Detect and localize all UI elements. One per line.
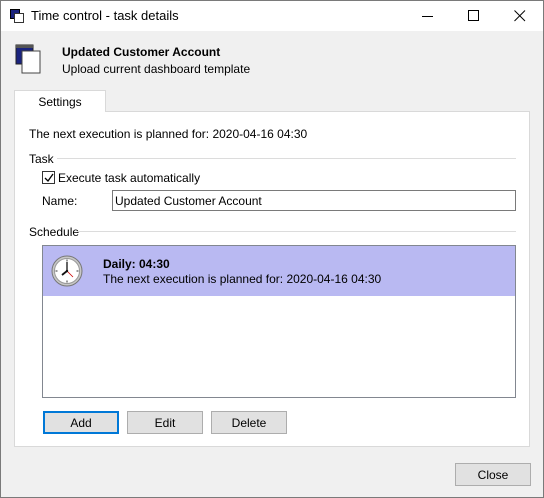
schedule-item-next: The next execution is planned for: 2020-… bbox=[103, 272, 382, 286]
task-icon bbox=[15, 43, 43, 75]
task-subtitle: Upload current dashboard template bbox=[62, 62, 251, 76]
tab-settings-label: Settings bbox=[38, 95, 82, 109]
close-icon bbox=[514, 10, 526, 22]
tab-settings[interactable]: Settings bbox=[14, 90, 106, 112]
title-bar[interactable]: Time control - task details bbox=[1, 1, 543, 31]
schedule-group-divider bbox=[77, 231, 516, 232]
maximize-button[interactable] bbox=[451, 1, 497, 31]
schedule-group-label: Schedule bbox=[29, 225, 80, 239]
delete-button[interactable]: Delete bbox=[211, 411, 287, 434]
schedule-list[interactable]: Daily: 04:30 The next execution is plann… bbox=[42, 245, 516, 398]
app-window-icon bbox=[10, 9, 24, 23]
next-execution-text: The next execution is planned for: 2020-… bbox=[29, 127, 308, 141]
add-button[interactable]: Add bbox=[43, 411, 119, 434]
schedule-item-title: Daily: 04:30 bbox=[103, 257, 170, 271]
close-window-button[interactable] bbox=[497, 1, 543, 31]
schedule-item[interactable]: Daily: 04:30 The next execution is plann… bbox=[43, 246, 515, 296]
execute-auto-label[interactable]: Execute task automatically bbox=[58, 171, 200, 185]
close-button[interactable]: Close bbox=[455, 463, 531, 486]
task-title: Updated Customer Account bbox=[62, 45, 221, 59]
minimize-icon bbox=[422, 16, 433, 17]
edit-button[interactable]: Edit bbox=[127, 411, 203, 434]
name-label: Name: bbox=[42, 194, 78, 208]
maximize-icon bbox=[468, 10, 479, 21]
checkmark-icon bbox=[44, 173, 54, 183]
clock-icon bbox=[51, 255, 83, 287]
task-group-label: Task bbox=[29, 152, 54, 166]
task-group-divider bbox=[57, 158, 516, 159]
execute-auto-checkbox[interactable] bbox=[42, 171, 55, 184]
name-field[interactable] bbox=[112, 190, 516, 211]
task-details-window: Time control - task details Updated Cust… bbox=[0, 0, 544, 498]
window-title: Time control - task details bbox=[31, 8, 179, 23]
minimize-button[interactable] bbox=[405, 1, 451, 31]
